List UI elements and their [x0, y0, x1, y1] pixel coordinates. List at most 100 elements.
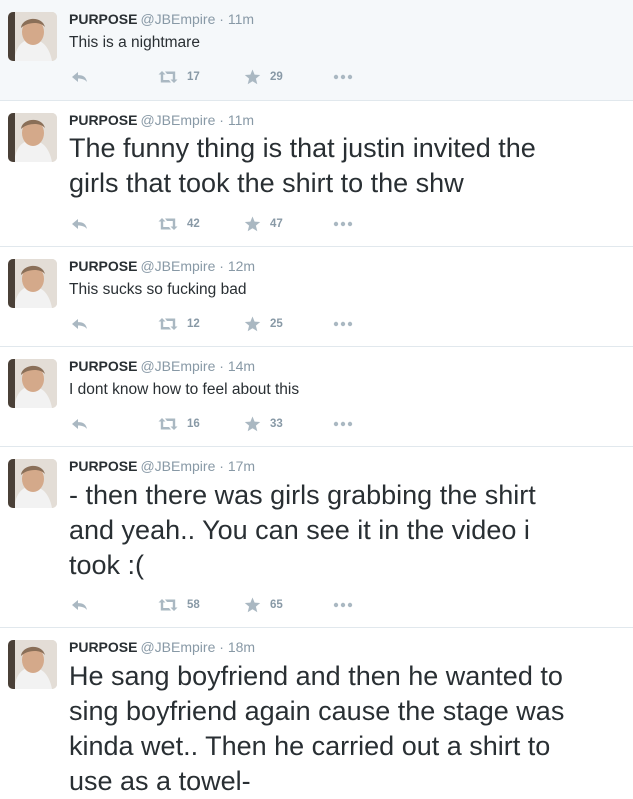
tweet[interactable]: PURPOSE @JBEmpire · 12m This sucks so fuc…: [0, 247, 633, 347]
reply-button[interactable]: [71, 313, 88, 335]
display-name[interactable]: PURPOSE: [69, 258, 137, 274]
tweet-feed: PURPOSE @JBEmpire · 11m This is a nightma…: [0, 0, 633, 798]
tweet-text: - then there was girls grabbing the shir…: [69, 478, 536, 583]
display-name[interactable]: PURPOSE: [69, 112, 137, 128]
tweet-text-line: This is a nightmare: [69, 34, 200, 51]
favorite-count: 25: [270, 318, 283, 330]
more-button[interactable]: [333, 413, 353, 435]
more-icon: [333, 221, 353, 227]
favorite-button[interactable]: 65: [244, 594, 283, 616]
favorite-button[interactable]: 47: [244, 213, 283, 235]
tweet-text: This is a nightmare: [69, 33, 200, 53]
tweet-text-line: - then there was girls grabbing the shir…: [69, 480, 536, 510]
tweet-header: PURPOSE @JBEmpire · 11m: [69, 112, 254, 128]
retweet-button[interactable]: 17: [158, 66, 200, 88]
timestamp[interactable]: 17m: [228, 458, 255, 474]
avatar[interactable]: [8, 113, 57, 162]
display-name[interactable]: PURPOSE: [69, 639, 137, 655]
tweet-text-line: sing boyfriend again cause the stage was: [69, 696, 565, 726]
more-button[interactable]: [333, 66, 353, 88]
favorite-button[interactable]: 29: [244, 66, 283, 88]
separator: ·: [219, 639, 224, 655]
tweet-header: PURPOSE @JBEmpire · 11m: [69, 11, 254, 27]
tweet[interactable]: PURPOSE @JBEmpire · 11m This is a nightma…: [0, 0, 633, 101]
tweet-text-line: The funny thing is that justin invited t…: [69, 133, 536, 163]
retweet-button[interactable]: 58: [158, 594, 200, 616]
reply-button[interactable]: [71, 413, 88, 435]
username[interactable]: @JBEmpire: [140, 358, 215, 374]
avatar[interactable]: [8, 12, 57, 61]
username[interactable]: @JBEmpire: [140, 639, 215, 655]
retweet-icon: [158, 598, 178, 612]
avatar[interactable]: [8, 640, 57, 689]
retweet-button[interactable]: 42: [158, 213, 200, 235]
tweet[interactable]: PURPOSE @JBEmpire · 14m I dont know how t…: [0, 347, 633, 447]
retweet-button[interactable]: 12: [158, 313, 200, 335]
reply-button[interactable]: [71, 213, 88, 235]
favorite-button[interactable]: 25: [244, 313, 283, 335]
display-name[interactable]: PURPOSE: [69, 11, 137, 27]
tweet-actions: 42 47: [0, 213, 633, 235]
more-icon: [333, 602, 353, 608]
display-name[interactable]: PURPOSE: [69, 458, 137, 474]
star-icon: [244, 69, 261, 85]
retweet-count: 42: [187, 218, 200, 230]
tweet-text-line: took :(: [69, 550, 145, 580]
display-name[interactable]: PURPOSE: [69, 358, 137, 374]
tweet-header: PURPOSE @JBEmpire · 17m: [69, 458, 255, 474]
more-icon: [333, 321, 353, 327]
timestamp[interactable]: 12m: [228, 258, 255, 274]
username[interactable]: @JBEmpire: [140, 258, 215, 274]
more-button[interactable]: [333, 313, 353, 335]
username[interactable]: @JBEmpire: [140, 112, 215, 128]
reply-button[interactable]: [71, 594, 88, 616]
retweet-button[interactable]: 16: [158, 413, 200, 435]
reply-button[interactable]: [71, 66, 88, 88]
retweet-icon: [158, 317, 178, 331]
separator: ·: [219, 11, 224, 27]
tweet-header: PURPOSE @JBEmpire · 14m: [69, 358, 255, 374]
avatar[interactable]: [8, 359, 57, 408]
reply-icon: [71, 418, 88, 430]
star-icon: [244, 216, 261, 232]
favorite-count: 47: [270, 218, 283, 230]
avatar[interactable]: [8, 259, 57, 308]
star-icon: [244, 416, 261, 432]
tweet-actions: 17 29: [0, 66, 633, 88]
tweet-text-line: girls that took the shirt to the shw: [69, 168, 464, 198]
separator: ·: [219, 458, 224, 474]
more-button[interactable]: [333, 213, 353, 235]
star-icon: [244, 316, 261, 332]
tweet[interactable]: PURPOSE @JBEmpire · 18m He sang boyfriend…: [0, 628, 633, 798]
username[interactable]: @JBEmpire: [140, 11, 215, 27]
tweet-text-line: He sang boyfriend and then he wanted to: [69, 661, 563, 691]
retweet-count: 17: [187, 71, 200, 83]
retweet-icon: [158, 217, 178, 231]
avatar[interactable]: [8, 459, 57, 508]
star-icon: [244, 597, 261, 613]
tweet[interactable]: PURPOSE @JBEmpire · 17m - then there was …: [0, 447, 633, 628]
timestamp[interactable]: 14m: [228, 358, 255, 374]
reply-icon: [71, 71, 88, 83]
timestamp[interactable]: 11m: [228, 11, 254, 27]
tweet-header: PURPOSE @JBEmpire · 12m: [69, 258, 255, 274]
retweet-count: 58: [187, 599, 200, 611]
favorite-count: 33: [270, 418, 283, 430]
more-button[interactable]: [333, 594, 353, 616]
tweet[interactable]: PURPOSE @JBEmpire · 11m The funny thing i…: [0, 101, 633, 247]
tweet-text: The funny thing is that justin invited t…: [69, 131, 536, 201]
tweet-text: This sucks so fucking bad: [69, 280, 246, 300]
more-icon: [333, 421, 353, 427]
favorite-button[interactable]: 33: [244, 413, 283, 435]
favorite-count: 29: [270, 71, 283, 83]
timestamp[interactable]: 18m: [228, 639, 255, 655]
tweet-actions: 12 25: [0, 313, 633, 335]
timestamp[interactable]: 11m: [228, 112, 254, 128]
tweet-text: I dont know how to feel about this: [69, 380, 299, 400]
tweet-text-line: kinda wet.. Then he carried out a shirt …: [69, 731, 551, 761]
tweet-text-line: and yeah.. You can see it in the video i: [69, 515, 530, 545]
retweet-count: 16: [187, 418, 200, 430]
favorite-count: 65: [270, 599, 283, 611]
username[interactable]: @JBEmpire: [140, 458, 215, 474]
separator: ·: [219, 258, 224, 274]
